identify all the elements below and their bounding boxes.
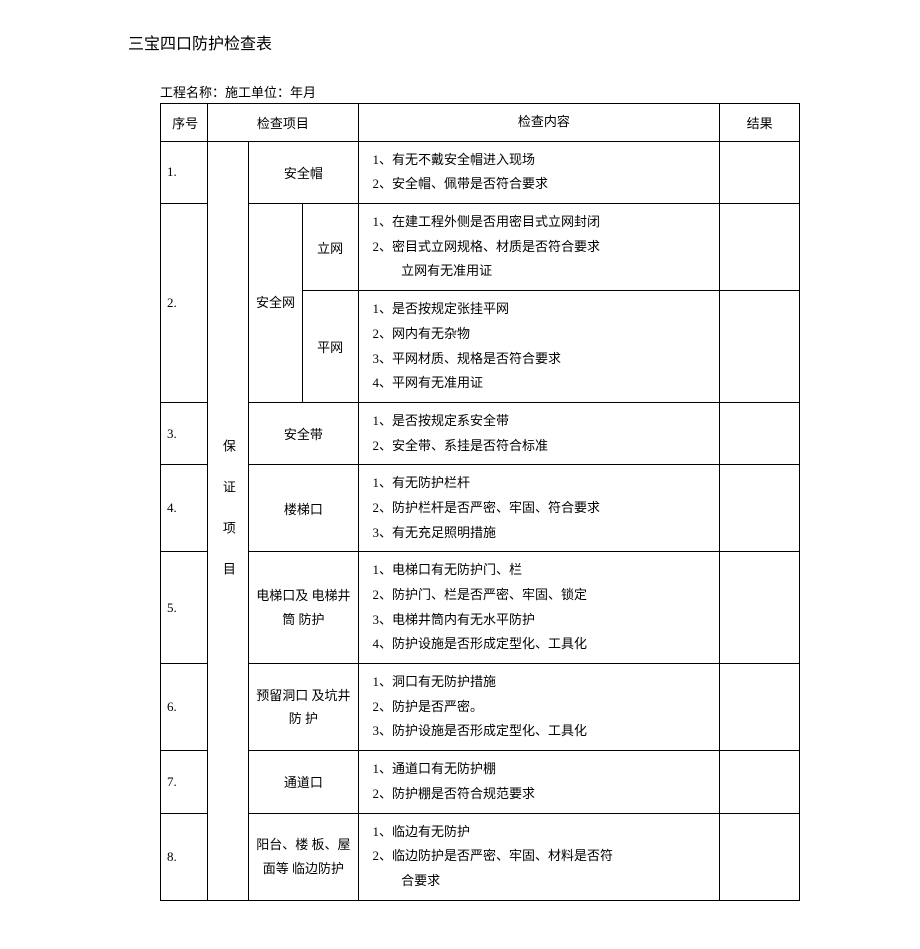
- cell-result: [720, 402, 800, 464]
- table-row: 2. 安全网 立网 1、在建工程外侧是否用密目式立网封闭2、密目式立网规格、材质…: [161, 204, 800, 291]
- cell-seq: 5.: [161, 552, 208, 664]
- cell-seq: 6.: [161, 664, 208, 751]
- cell-result: [720, 141, 800, 203]
- cell-result: [720, 664, 800, 751]
- cell-seq: 2.: [161, 204, 208, 403]
- table-row: 5. 电梯口及 电梯井筒 防护 1、电梯口有无防护门、栏2、防护门、栏是否严密、…: [161, 552, 800, 664]
- cell-subitem: 立网: [302, 204, 358, 291]
- cell-subitem: 平网: [302, 291, 358, 403]
- cell-result: [720, 751, 800, 813]
- page-subtitle: 工程名称：施工单位：年月: [160, 82, 800, 101]
- cell-seq: 1.: [161, 141, 208, 203]
- cell-content: 1、是否按规定张挂平网2、网内有无杂物3、平网材质、规格是否符合要求4、平网有无…: [358, 291, 720, 403]
- cell-group: 保证项目: [208, 141, 249, 900]
- cell-content: 1、电梯口有无防护门、栏2、防护门、栏是否严密、牢固、锁定3、电梯井筒内有无水平…: [358, 552, 720, 664]
- group-label: 保证项目: [222, 435, 235, 603]
- cell-item: 安全带: [249, 402, 358, 464]
- cell-content: 1、通道口有无防护棚2、防护棚是否符合规范要求: [358, 751, 720, 813]
- cell-item: 楼梯口: [249, 465, 358, 552]
- cell-content: 1、在建工程外侧是否用密目式立网封闭2、密目式立网规格、材质是否符合要求立网有无…: [358, 204, 720, 291]
- cell-item: 阳台、楼 板、屋面等 临边防护: [249, 813, 358, 900]
- cell-content: 1、洞口有无防护措施2、防护是否严密。3、防护设施是否形成定型化、工具化: [358, 664, 720, 751]
- cell-result: [720, 204, 800, 291]
- cell-result: [720, 813, 800, 900]
- header-row: 序号 检查项目 检查内容 结果: [161, 104, 800, 142]
- page-title: 三宝四口防护检查表: [128, 30, 800, 54]
- cell-result: [720, 291, 800, 403]
- table-row: 3. 安全带 1、是否按规定系安全带2、安全带、系挂是否符合标准: [161, 402, 800, 464]
- cell-item: 安全网: [249, 204, 302, 403]
- table-row: 6. 预留洞口 及坑井防 护 1、洞口有无防护措施2、防护是否严密。3、防护设施…: [161, 664, 800, 751]
- cell-seq: 7.: [161, 751, 208, 813]
- cell-content: 1、是否按规定系安全带2、安全带、系挂是否符合标准: [358, 402, 720, 464]
- header-seq: 序号: [161, 104, 208, 142]
- table-row: 1. 保证项目 安全帽 1、有无不戴安全帽进入现场2、安全帽、佩带是否符合要求: [161, 141, 800, 203]
- cell-content: 1、有无防护栏杆2、防护栏杆是否严密、牢固、符合要求3、有无充足照明措施: [358, 465, 720, 552]
- cell-item: 安全帽: [249, 141, 358, 203]
- cell-seq: 8.: [161, 813, 208, 900]
- table-row: 4. 楼梯口 1、有无防护栏杆2、防护栏杆是否严密、牢固、符合要求3、有无充足照…: [161, 465, 800, 552]
- cell-seq: 4.: [161, 465, 208, 552]
- cell-item: 预留洞口 及坑井防 护: [249, 664, 358, 751]
- table-row: 7. 通道口 1、通道口有无防护棚2、防护棚是否符合规范要求: [161, 751, 800, 813]
- table-row: 8. 阳台、楼 板、屋面等 临边防护 1、临边有无防护2、临边防护是否严密、牢固…: [161, 813, 800, 900]
- inspection-table: 序号 检查项目 检查内容 结果 1. 保证项目 安全帽 1、有无不戴安全帽进入现…: [160, 103, 800, 901]
- cell-item: 电梯口及 电梯井筒 防护: [249, 552, 358, 664]
- cell-result: [720, 552, 800, 664]
- cell-content: 1、临边有无防护2、临边防护是否严密、牢固、材料是否符合要求: [358, 813, 720, 900]
- header-content: 检查内容: [358, 104, 720, 142]
- cell-item: 通道口: [249, 751, 358, 813]
- cell-content: 1、有无不戴安全帽进入现场2、安全帽、佩带是否符合要求: [358, 141, 720, 203]
- header-item: 检查项目: [208, 104, 358, 142]
- cell-seq: 3.: [161, 402, 208, 464]
- cell-result: [720, 465, 800, 552]
- header-result: 结果: [720, 104, 800, 142]
